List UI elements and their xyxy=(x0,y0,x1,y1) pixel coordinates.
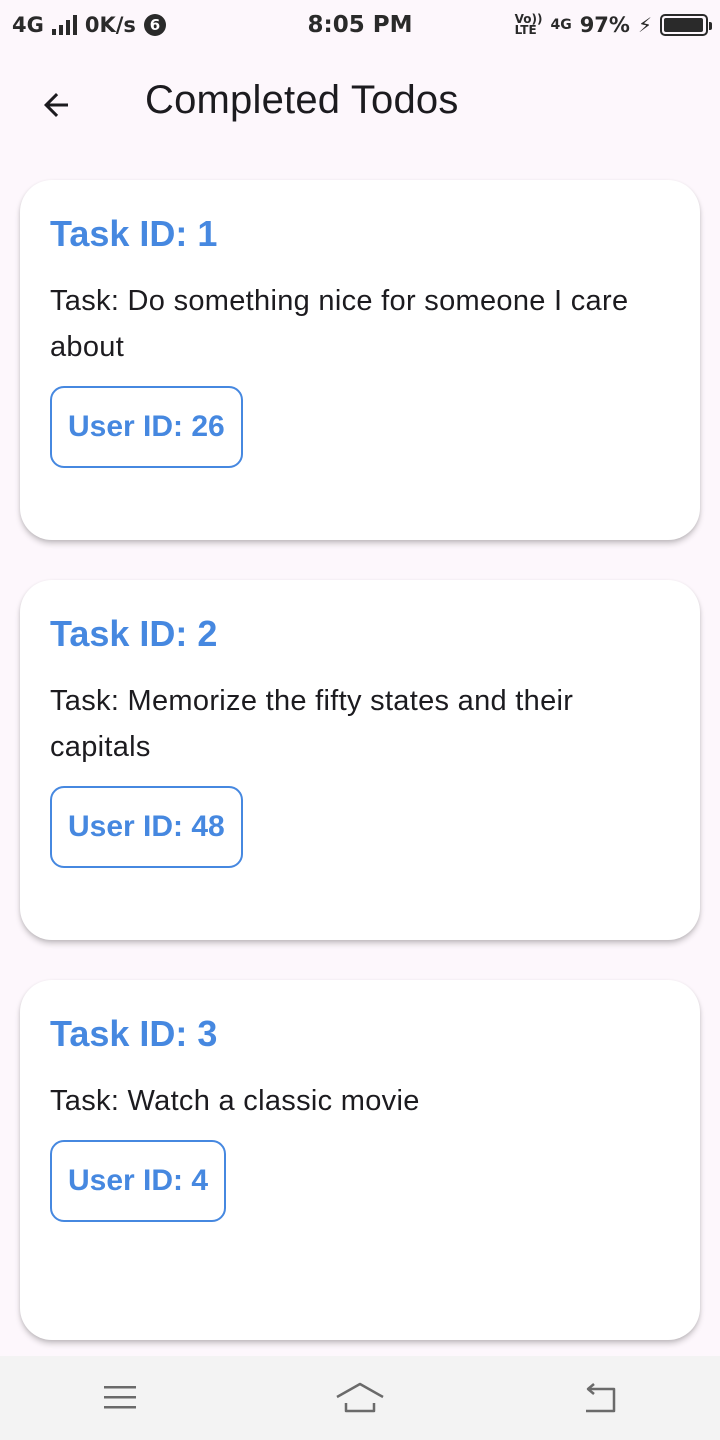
task-id: Task ID: 1 xyxy=(50,213,218,254)
battery-icon xyxy=(660,14,712,36)
user-id-chip[interactable]: User ID: 26 xyxy=(50,386,243,468)
arrow-back-icon xyxy=(44,93,68,117)
network-4g-label: 4G xyxy=(550,17,572,33)
task-text: Task: Memorize the fifty states and thei… xyxy=(50,685,574,763)
volte-bottom: LTE xyxy=(514,23,537,37)
task-id: Task ID: 2 xyxy=(50,613,218,654)
app-bar: Completed Todos xyxy=(0,50,720,156)
network-speed: 0K/s xyxy=(84,13,136,37)
home-button[interactable] xyxy=(320,1368,400,1428)
notification-count-badge: 6 xyxy=(143,14,166,36)
back-button[interactable] xyxy=(28,77,84,133)
status-left: 4G 0K/s 6 xyxy=(12,13,166,37)
todo-card[interactable]: Task ID: 3 Task: Watch a classic movie U… xyxy=(20,980,700,1340)
screen: 4G 0K/s 6 8:05 PM Vo)) LTE 4G 97% ⚡︎ Com… xyxy=(0,0,720,1440)
status-right: Vo)) LTE 4G 97% ⚡︎ xyxy=(514,13,712,37)
network-type: 4G xyxy=(12,13,44,37)
system-back-button[interactable] xyxy=(560,1368,640,1428)
home-icon xyxy=(336,1382,384,1413)
user-id-chip[interactable]: User ID: 4 xyxy=(50,1140,227,1222)
signal-icon xyxy=(51,15,77,35)
page-title: Completed Todos xyxy=(145,78,459,122)
menu-icon xyxy=(104,1386,136,1409)
recent-apps-button[interactable] xyxy=(80,1368,160,1428)
status-bar: 4G 0K/s 6 8:05 PM Vo)) LTE 4G 97% ⚡︎ xyxy=(0,0,720,50)
task-id: Task ID: 3 xyxy=(50,1013,218,1054)
task-text: Task: Do something nice for someone I ca… xyxy=(50,285,629,363)
user-id-chip[interactable]: User ID: 48 xyxy=(50,786,243,868)
todo-card[interactable]: Task ID: 2 Task: Memorize the fifty stat… xyxy=(20,580,700,940)
todo-list: Task ID: 1 Task: Do something nice for s… xyxy=(20,180,700,1380)
volte-icon: Vo)) LTE xyxy=(514,13,543,37)
task-text: Task: Watch a classic movie xyxy=(50,1085,420,1117)
charging-bolt-icon: ⚡︎ xyxy=(637,13,652,37)
system-nav-bar xyxy=(0,1356,720,1440)
todo-card[interactable]: Task ID: 1 Task: Do something nice for s… xyxy=(20,180,700,540)
battery-percent: 97% xyxy=(579,13,630,37)
back-icon xyxy=(586,1383,616,1413)
